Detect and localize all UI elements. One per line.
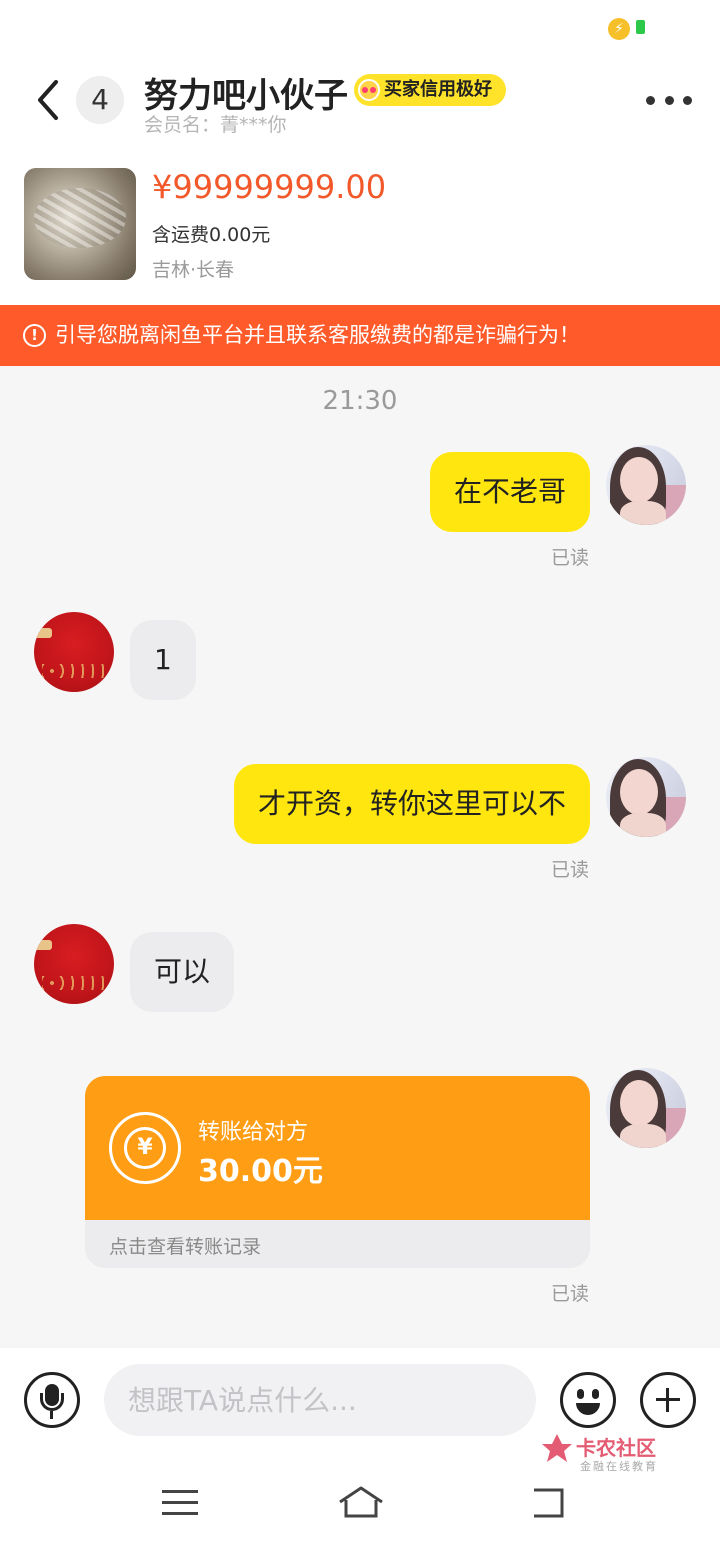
transfer-card-header: ¥ 转账给对方 30.00元 [85, 1076, 590, 1220]
add-attachment-button[interactable] [640, 1372, 696, 1428]
read-status: 已读 [551, 547, 590, 569]
credit-badge: 买家信用极好 [354, 74, 506, 106]
chat-timestamp: 21:30 [322, 386, 398, 416]
read-status: 已读 [551, 859, 590, 881]
transfer-card[interactable]: ¥ 转账给对方 30.00元 点击查看转账记录 [85, 1076, 590, 1268]
battery-icon [636, 20, 645, 34]
back-button[interactable] [30, 78, 66, 122]
menu-nav-button[interactable] [162, 1488, 198, 1516]
yuan-icon: ¥ [124, 1127, 166, 1169]
transfer-amount: 30.00元 [198, 1154, 323, 1189]
product-price: ¥99999999.00 [152, 168, 387, 206]
voice-input-button[interactable] [24, 1372, 80, 1428]
credit-badge-label: 买家信用极好 [384, 79, 492, 100]
transfer-label: 转账给对方 [198, 1120, 309, 1145]
member-name: 会员名：菁***你 [144, 114, 287, 136]
home-icon [339, 1486, 383, 1518]
my-avatar[interactable] [606, 757, 686, 837]
more-options-button[interactable] [646, 86, 692, 114]
watermark-subtitle: 金融在线教育 [580, 1460, 658, 1473]
message-bubble[interactable]: 可以 [130, 932, 235, 1012]
watermark-title: 卡农社区 [576, 1436, 656, 1460]
header-area: ⚡ 4 努力吧小伙子 买家信用极好 会员名：菁***你 ¥99999999.00… [0, 0, 720, 305]
emoji-face-icon [358, 79, 380, 101]
kanong-logo-icon [542, 1434, 572, 1462]
emoji-button[interactable] [560, 1372, 616, 1428]
transfer-record-link[interactable]: 点击查看转账记录 [109, 1232, 261, 1259]
dot-icon [664, 95, 674, 105]
smiley-icon [576, 1403, 600, 1415]
unread-count-badge: 4 [76, 76, 124, 124]
message-bubble[interactable]: 在不老哥 [429, 452, 590, 532]
contact-avatar[interactable] [34, 612, 114, 692]
product-shipping: 含运费0.00元 [152, 224, 271, 246]
message-bubble[interactable]: 才开资，转你这里可以不 [233, 764, 590, 844]
warning-icon: ! [23, 324, 46, 347]
charging-icon: ⚡ [608, 18, 630, 40]
product-image[interactable] [24, 168, 136, 280]
message-input[interactable] [104, 1364, 536, 1436]
message-bubble[interactable]: 1 [130, 620, 196, 700]
product-location: 吉林·长春 [152, 259, 235, 281]
chevron-left-icon [38, 80, 58, 120]
my-avatar[interactable] [606, 445, 686, 525]
my-avatar[interactable] [606, 1068, 686, 1148]
warning-text: 引导您脱离闲鱼平台并且联系客服缴费的都是诈骗行为！ [55, 323, 580, 347]
dot-icon [646, 95, 655, 105]
contact-avatar[interactable] [34, 924, 114, 1004]
home-nav-button[interactable] [336, 1482, 386, 1522]
dot-icon [683, 95, 692, 105]
transfer-exchange-icon: ¥ [109, 1112, 181, 1184]
status-bar: ⚡ [0, 0, 720, 52]
read-status: 已读 [551, 1283, 590, 1305]
scam-warning-banner: ! 引导您脱离闲鱼平台并且联系客服缴费的都是诈骗行为！ [0, 305, 720, 366]
watermark: 卡农社区 金融在线教育 [540, 1432, 670, 1492]
